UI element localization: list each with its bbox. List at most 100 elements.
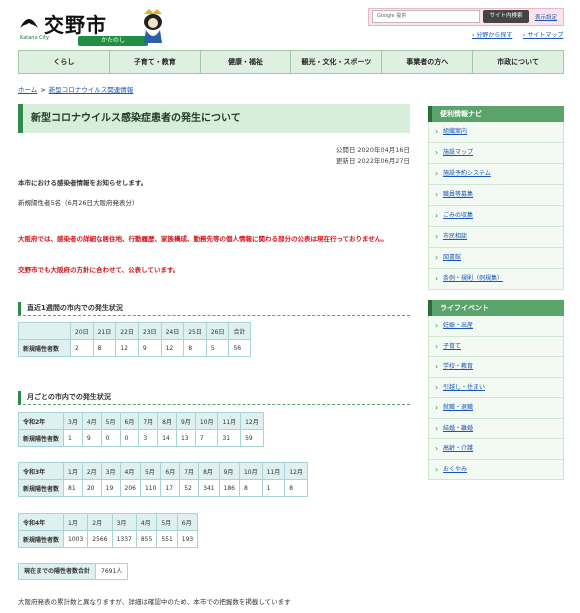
- year-label: 令和4年: [17, 513, 65, 531]
- find-by-field-link[interactable]: › 分野から探す: [472, 30, 512, 39]
- table-header-cell: 23日: [137, 322, 162, 340]
- search-input[interactable]: Google 提供: [372, 10, 480, 23]
- sidebar-item-boshu[interactable]: 職員等募集: [428, 185, 564, 206]
- table-header-cell: 20日: [70, 322, 94, 340]
- table-header-cell: 6月: [160, 462, 181, 480]
- table-row: 令和4年 1月 2月 3月 4月 5月 6月: [17, 513, 199, 531]
- table-header-cell: 8月: [198, 462, 220, 480]
- intro-text: 本市における感染者情報をお知らせします。: [18, 179, 148, 187]
- table-header-cell: 3月: [100, 462, 121, 480]
- table-cell: 1: [63, 429, 83, 447]
- find-by-field-label: 分野から探す: [476, 32, 513, 39]
- sidebar-heading-life: ライフイベント: [428, 300, 564, 316]
- sidebar-item-toshokan[interactable]: 図書館: [428, 248, 564, 269]
- table-cell: 0: [100, 429, 121, 447]
- table-row: 令和3年 1月 2月 3月 4月 5月 6月 7月 8月 9月 10月 11月 …: [17, 462, 308, 480]
- sidebar-item-korei[interactable]: 高齢・介護: [428, 439, 564, 460]
- table-header-cell: 22日: [115, 322, 139, 340]
- table-header-cell: 合計: [228, 322, 251, 340]
- breadcrumb-current[interactable]: 新型コロナウイルス関連情報: [49, 86, 134, 94]
- sidebar-item-okuyami[interactable]: おくやみ: [428, 459, 564, 480]
- table-cell: 8: [284, 479, 308, 497]
- table-cell: 341: [198, 479, 220, 497]
- table-cell: 17: [160, 479, 181, 497]
- sidebar-item-ninshin[interactable]: 妊娠・出産: [428, 316, 564, 337]
- table-header-cell: 6月: [176, 513, 199, 531]
- table-row: 新規陽性者数 1 9 0 0 3 14 13 7 31 59: [17, 429, 264, 447]
- sidebar-item-hikkoshi[interactable]: 引越し・住まい: [428, 377, 564, 398]
- nav-jigyosha[interactable]: 事業者の方へ: [382, 51, 474, 73]
- table-corner: [18, 322, 71, 340]
- sidebar-life-events: ライフイベント 妊娠・出産 子育て 学校・教育 引越し・住まい 就職・退職 結婚…: [428, 300, 564, 480]
- total-cases-box: 現在までの陽性者数合計 7691人: [18, 563, 129, 580]
- table-cell: 2: [70, 339, 94, 357]
- table-header-cell: 12月: [284, 462, 308, 480]
- new-cases-text: 新規陽性者5名（6月26日大阪府発表分）: [18, 199, 139, 207]
- table-row: 令和2年 3月 4月 5月 6月 7月 8月 9月 10月 11月 12月: [17, 412, 264, 430]
- table-cell: 59: [240, 429, 264, 447]
- table-header-cell: 5月: [100, 412, 121, 430]
- table-cell: 7: [194, 429, 219, 447]
- row-label: 新規陽性者数: [17, 530, 65, 548]
- table-header-cell: 9月: [218, 462, 240, 480]
- site-logo[interactable]: 交野市 Katano City かたのし: [18, 8, 168, 46]
- page-title: 新型コロナウイルス感染症患者の発生について: [18, 104, 410, 133]
- sitemap-link[interactable]: › サイトマップ: [523, 30, 563, 39]
- total-cases-label: 現在までの陽性者数合計: [19, 564, 97, 579]
- table-cell: 14: [157, 429, 177, 447]
- display-settings-link[interactable]: 表示設定: [535, 13, 557, 21]
- sidebar-item-gakko[interactable]: 学校・教育: [428, 357, 564, 378]
- table-cell: 31: [217, 429, 242, 447]
- table-cell: 19: [100, 479, 121, 497]
- nav-kanko[interactable]: 観光・文化・スポーツ: [291, 51, 383, 73]
- table-header-cell: 10月: [194, 412, 219, 430]
- nav-kurashi[interactable]: くらし: [19, 51, 110, 73]
- sidebar-item-sodan[interactable]: 市民相談: [428, 227, 564, 248]
- sidebar-item-kosodate[interactable]: 子育て: [428, 336, 564, 357]
- sidebar-item-shisetsu-map[interactable]: 施設マップ: [428, 143, 564, 164]
- table-cell: 0: [119, 429, 140, 447]
- table-header-cell: 24日: [160, 322, 185, 340]
- table-cell: 56: [228, 339, 251, 357]
- nav-kenko[interactable]: 健康・福祉: [200, 51, 292, 73]
- table-cell: 9: [81, 429, 102, 447]
- table-row: 新規陽性者数 81 20 19 206 110 17 52 341 186 8 …: [17, 479, 308, 497]
- table-header-cell: 12月: [240, 412, 264, 430]
- table-header-cell: 3月: [111, 513, 137, 531]
- table-header-cell: 26日: [205, 322, 230, 340]
- site-search-button[interactable]: サイト内検索: [483, 10, 529, 23]
- table-cell: 1003: [63, 530, 89, 548]
- monthly-heading: 月ごとの市内での発生状況: [18, 391, 410, 405]
- table-cell: 206: [119, 479, 141, 497]
- table-header-cell: 2月: [87, 513, 113, 531]
- nav-shisei[interactable]: 市政について: [473, 51, 563, 73]
- breadcrumb-home[interactable]: ホーム: [18, 86, 37, 94]
- monthly-table-r2: 令和2年 3月 4月 5月 6月 7月 8月 9月 10月 11月 12月 新規…: [17, 412, 264, 447]
- table-cell: 186: [218, 479, 240, 497]
- table-cell: 3: [138, 429, 159, 447]
- sidebar-item-shushoku[interactable]: 就職・退職: [428, 398, 564, 419]
- sidebar-item-kekkon[interactable]: 結婚・離婚: [428, 418, 564, 439]
- sidebar-item-soshiki[interactable]: 組織案内: [428, 122, 564, 143]
- site-title: 交野市: [44, 13, 107, 37]
- sidebar-item-jorei[interactable]: 条例・規則（例規集）: [428, 269, 564, 290]
- table-cell: 81: [63, 479, 83, 497]
- table-header-cell: 7月: [138, 412, 159, 430]
- weekly-table: 20日 21日 22日 23日 24日 25日 26日 合計 新規陽性者数 2 …: [18, 322, 251, 357]
- table-cell: 193: [176, 530, 199, 548]
- updated-date: 更新日 2022年06月27日: [335, 157, 410, 165]
- nav-kosodate[interactable]: 子育て・教育: [109, 51, 201, 73]
- row-label: 新規陽性者数: [17, 479, 65, 497]
- table-cell: 551: [156, 530, 178, 548]
- row-label: 新規陽性者数: [17, 429, 65, 447]
- sidebar-item-yoyaku[interactable]: 施設予約システム: [428, 164, 564, 185]
- weekly-heading: 直近1週間の市内での発生状況: [18, 302, 410, 316]
- monthly-table-r3: 令和3年 1月 2月 3月 4月 5月 6月 7月 8月 9月 10月 11月 …: [17, 462, 308, 497]
- city-name-kana: かたのし: [78, 36, 148, 46]
- breadcrumb: ホーム > 新型コロナウイルス関連情報: [18, 86, 134, 94]
- table-row: 新規陽性者数 1003 2566 1337 855 551 193: [17, 530, 199, 548]
- table-cell: 8: [238, 479, 263, 497]
- total-cases-value: 7691人: [101, 568, 123, 575]
- table-cell: 13: [175, 429, 196, 447]
- sidebar-item-gomi[interactable]: ごみの収集: [428, 206, 564, 227]
